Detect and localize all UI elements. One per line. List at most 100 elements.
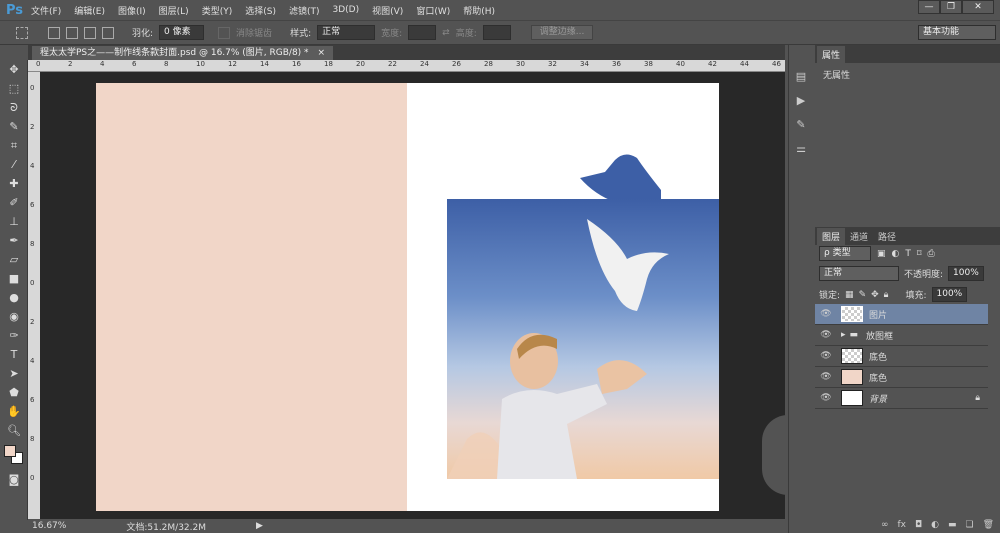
color-swatches[interactable] (0, 440, 27, 470)
antialias-checkbox[interactable] (218, 26, 231, 39)
visibility-eye-icon[interactable]: 👁︎ (815, 351, 837, 361)
blur-tool-icon[interactable]: ● (0, 288, 28, 307)
intersect-selection-icon[interactable] (102, 26, 114, 39)
adjustment-layer-icon[interactable]: ◐ (931, 520, 939, 530)
path-select-tool-icon[interactable]: ➤ (0, 364, 28, 383)
filter-adjustment-icon[interactable]: ◐ (892, 249, 900, 259)
tab-layers[interactable]: 图层 (817, 228, 846, 245)
layer-filter-select[interactable]: ρ 类型 (819, 246, 871, 261)
height-input[interactable] (482, 25, 511, 40)
opacity-input[interactable]: 100% (948, 266, 984, 281)
eyedropper-tool-icon[interactable]: ⁄ (0, 155, 28, 174)
lock-pixels-icon[interactable]: ✎ (859, 290, 867, 300)
menu-type[interactable]: 类型(Y) (202, 4, 233, 17)
filter-pixel-icon[interactable]: ▣ (877, 249, 886, 259)
quick-mask-icon[interactable]: ◙ (0, 470, 28, 489)
tools-panel: ✥ ⬚ ᘐ ✎ ⌗ ⁄ ✚ ✐ ⊥ ✒ ▱ ■ ● ◉ ✑ T ➤ ⬟ ✋ 🔍︎… (0, 60, 28, 520)
link-layers-icon[interactable]: ∞ (881, 520, 889, 530)
width-input[interactable] (408, 25, 437, 40)
blend-mode-select[interactable]: 正常 (819, 266, 899, 281)
foreground-color-swatch[interactable] (4, 445, 16, 457)
shape-tool-icon[interactable]: ⬟ (0, 383, 28, 402)
layer-name: 底色 (869, 352, 888, 363)
menu-help[interactable]: 帮助(H) (463, 4, 495, 17)
opacity-label: 不透明度: (904, 270, 944, 280)
pen-tool-icon[interactable]: ✑ (0, 326, 28, 345)
new-group-icon[interactable]: ▬ (948, 520, 957, 530)
marquee-tool-preset-icon[interactable] (16, 26, 28, 39)
crop-tool-icon[interactable]: ⌗ (0, 136, 28, 155)
eraser-tool-icon[interactable]: ▱ (0, 250, 28, 269)
fill-input[interactable]: 100% (931, 287, 968, 302)
delete-layer-icon[interactable]: 🗑︎ (983, 520, 994, 530)
filter-shape-icon[interactable]: ⌑ (917, 249, 922, 259)
visibility-eye-icon[interactable]: 👁︎ (815, 393, 837, 403)
width-label: 宽度: (381, 29, 403, 39)
menu-layer[interactable]: 图层(L) (159, 4, 189, 17)
layer-row-group[interactable]: 👁︎ ▸ ▬ 放图框 (815, 325, 988, 346)
tab-channels[interactable]: 通道 (845, 228, 873, 245)
refine-edge-button[interactable]: 调整边缘... (530, 25, 594, 40)
layer-row-base-color[interactable]: 👁︎ 底色 (815, 346, 988, 367)
history-panel-icon[interactable]: ▤ (794, 65, 808, 89)
layer-row-image[interactable]: 👁︎ 图片 (815, 304, 988, 325)
zoom-tool-icon[interactable]: 🔍︎ (0, 421, 28, 440)
tab-properties[interactable]: 属性 (817, 46, 846, 63)
menu-view[interactable]: 视图(V) (372, 4, 403, 17)
close-button[interactable]: ✕ (962, 0, 994, 14)
layer-row-background[interactable]: 👁︎ 背景 🔒︎ (815, 388, 988, 409)
menu-image[interactable]: 图像(I) (118, 4, 146, 17)
type-tool-icon[interactable]: T (0, 345, 28, 364)
brush-tool-icon[interactable]: ✐ (0, 193, 28, 212)
new-layer-icon[interactable]: ❏ (965, 520, 973, 530)
close-tab-icon[interactable]: × (317, 48, 325, 58)
brush-panel-icon[interactable]: ✎ (794, 113, 808, 137)
gradient-tool-icon[interactable]: ■ (0, 269, 28, 288)
swap-icon[interactable]: ⇄ (442, 28, 450, 38)
marquee-tool-icon[interactable]: ⬚ (0, 79, 28, 98)
ruler-tick-label: 24 (420, 60, 429, 68)
actions-panel-icon[interactable]: ▶ (794, 89, 808, 113)
subtract-selection-icon[interactable] (84, 26, 96, 39)
visibility-eye-icon[interactable]: 👁︎ (815, 330, 837, 340)
fx-icon[interactable]: fx (897, 520, 906, 530)
menu-window[interactable]: 窗口(W) (416, 4, 450, 17)
style-select[interactable]: 正常 (317, 25, 376, 40)
menu-edit[interactable]: 编辑(E) (74, 4, 105, 17)
menu-select[interactable]: 选择(S) (245, 4, 276, 17)
visibility-eye-icon[interactable]: 👁︎ (815, 309, 837, 319)
document-tab[interactable]: 程太太学PS之——制作线条款封面.psd @ 16.7% (图片, RGB/8)… (32, 46, 333, 60)
lock-position-icon[interactable]: ✥ (871, 290, 879, 300)
dodge-tool-icon[interactable]: ◉ (0, 307, 28, 326)
new-selection-icon[interactable] (48, 26, 60, 39)
ruler-tick-label: 10 (196, 60, 205, 68)
add-mask-icon[interactable]: ◘ (915, 520, 922, 530)
add-selection-icon[interactable] (66, 26, 78, 39)
feather-input[interactable]: 0 像素 (159, 25, 205, 40)
status-menu-arrow-icon[interactable]: ▶ (256, 521, 263, 531)
stamp-tool-icon[interactable]: ⊥ (0, 212, 28, 231)
restore-button[interactable]: ❐ (940, 0, 962, 14)
workspace-select[interactable]: 基本功能 (918, 25, 996, 40)
move-tool-icon[interactable]: ✥ (0, 60, 28, 79)
filter-type-icon[interactable]: T (905, 249, 911, 259)
lock-transparent-icon[interactable]: ▦ (845, 290, 854, 300)
visibility-eye-icon[interactable]: 👁︎ (815, 372, 837, 382)
ruler-tick-label: 36 (612, 60, 621, 68)
adjustments-panel-icon[interactable]: ⚌ (794, 137, 808, 161)
minimize-button[interactable]: — (918, 0, 940, 14)
expand-arrow-icon[interactable]: ▸ (841, 330, 846, 340)
menu-file[interactable]: 文件(F) (31, 4, 61, 17)
menu-filter[interactable]: 滤镜(T) (289, 4, 320, 17)
lock-all-icon[interactable]: 🔒︎ (884, 290, 889, 300)
tab-paths[interactable]: 路径 (873, 228, 901, 245)
lasso-tool-icon[interactable]: ᘐ (0, 98, 28, 117)
filter-smart-icon[interactable]: ⎙ (928, 249, 935, 259)
hand-tool-icon[interactable]: ✋ (0, 402, 28, 421)
quick-select-tool-icon[interactable]: ✎ (0, 117, 28, 136)
menu-3d[interactable]: 3D(D) (333, 5, 360, 15)
layer-row-base-color-peach[interactable]: 👁︎ 底色 (815, 367, 988, 388)
healing-tool-icon[interactable]: ✚ (0, 174, 28, 193)
history-brush-icon[interactable]: ✒ (0, 231, 28, 250)
zoom-level[interactable]: 16.67% (32, 521, 66, 531)
